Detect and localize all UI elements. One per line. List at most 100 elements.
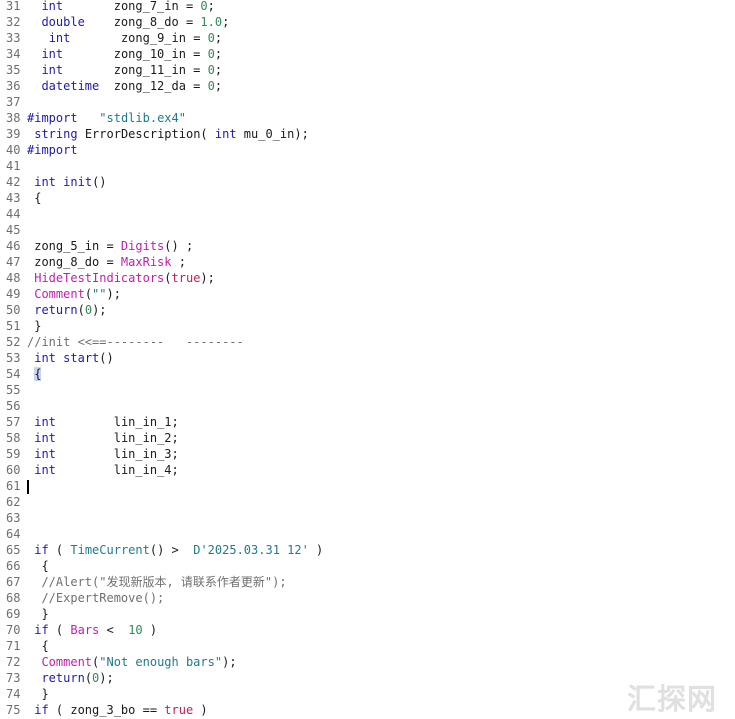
code-text[interactable]: //init <<==-------- -------- (27, 334, 244, 350)
code-line[interactable]: 39 string ErrorDescription( int mu_0_in)… (0, 126, 735, 142)
code-text[interactable]: { (27, 366, 42, 382)
code-line[interactable]: 68 //ExpertRemove(); (0, 590, 735, 606)
code-line[interactable]: 54 { (0, 366, 735, 382)
code-line[interactable]: 33 int zong_9_in = 0; (0, 30, 735, 46)
code-text[interactable]: zong_5_in = Digits() ; (27, 238, 193, 254)
code-text[interactable]: int lin_in_3; (27, 446, 179, 462)
code-line[interactable]: 31 int zong_7_in = 0; (0, 0, 735, 14)
function-token: Bars (70, 623, 100, 637)
line-number: 37 (6, 95, 21, 109)
keyword-token: int (34, 447, 56, 461)
code-line[interactable]: 42 int init() (0, 174, 735, 190)
code-line[interactable]: 63 (0, 510, 735, 526)
code-text[interactable]: int lin_in_1; (27, 414, 179, 430)
code-text[interactable]: if ( Bars < 10 ) (27, 622, 157, 638)
keyword-token: if (34, 703, 49, 717)
code-line[interactable]: 45 (0, 222, 735, 238)
code-line[interactable]: 64 (0, 526, 735, 542)
code-line[interactable]: 55 (0, 382, 735, 398)
code-line[interactable]: 37 (0, 94, 735, 110)
function-token: Comment (34, 287, 85, 301)
code-line[interactable]: 60 int lin_in_4; (0, 462, 735, 478)
code-line[interactable]: 58 int lin_in_2; (0, 430, 735, 446)
code-text[interactable]: return(0); (27, 670, 113, 686)
code-line[interactable]: 44 (0, 206, 735, 222)
line-number: 45 (6, 223, 21, 237)
code-line[interactable]: 40 #import (0, 142, 735, 158)
keyword-token: if (34, 543, 49, 557)
code-line[interactable]: 70 if ( Bars < 10 ) (0, 622, 735, 638)
code-line[interactable]: 52 //init <<==-------- -------- (0, 334, 735, 350)
number-token: 0 (84, 303, 93, 317)
code-text[interactable]: Comment("Not enough bars"); (27, 654, 236, 670)
code-text[interactable]: string ErrorDescription( int mu_0_in); (27, 126, 309, 142)
code-text[interactable]: int init() (27, 174, 106, 190)
code-line[interactable]: 75 if ( zong_3_bo == true ) (0, 702, 735, 718)
code-text[interactable]: } (27, 606, 49, 622)
code-line[interactable]: 66 { (0, 558, 735, 574)
function-token: MaxRisk (120, 255, 172, 269)
code-line[interactable]: 35 int zong_11_in = 0; (0, 62, 735, 78)
code-line[interactable]: 73 return(0); (0, 670, 735, 686)
code-line[interactable]: 74 } (0, 686, 735, 702)
code-line[interactable]: 47 zong_8_do = MaxRisk ; (0, 254, 735, 270)
code-token: zong_10_in = (63, 47, 208, 61)
code-text[interactable]: int zong_7_in = 0; (27, 0, 214, 14)
code-text[interactable]: int zong_9_in = 0; (27, 30, 222, 46)
code-line[interactable]: 43 { (0, 190, 735, 206)
code-line[interactable]: 50 return(0); (0, 302, 735, 318)
code-token: ( (84, 671, 93, 685)
code-text[interactable]: { (27, 638, 48, 654)
code-text[interactable]: int zong_10_in = 0; (27, 46, 222, 62)
code-line[interactable]: 49 Comment(""); (0, 286, 735, 302)
code-line[interactable]: 36 datetime zong_12_da = 0; (0, 78, 735, 94)
code-line[interactable]: 34 int zong_10_in = 0; (0, 46, 735, 62)
code-text[interactable]: zong_8_do = MaxRisk ; (27, 254, 186, 270)
code-line[interactable]: 72 Comment("Not enough bars"); (0, 654, 735, 670)
code-line[interactable]: 62 (0, 494, 735, 510)
code-line[interactable]: 67 //Alert("发现新版本, 请联系作者更新"); (0, 574, 735, 590)
code-token: zong_12_da = (99, 79, 208, 93)
code-text[interactable]: //Alert("发现新版本, 请联系作者更新"); (27, 574, 286, 590)
code-line[interactable]: 46 zong_5_in = Digits() ; (0, 238, 735, 254)
code-line[interactable]: 59 int lin_in_3; (0, 446, 735, 462)
code-line[interactable]: 32 double zong_8_do = 1.0; (0, 14, 735, 30)
code-line[interactable]: 38 #import "stdlib.ex4" (0, 110, 735, 126)
code-text[interactable]: HideTestIndicators(true); (27, 270, 215, 286)
code-text[interactable]: int start() (27, 350, 114, 366)
code-line[interactable]: 71 { (0, 638, 735, 654)
code-line[interactable]: 69 } (0, 606, 735, 622)
code-text[interactable]: datetime zong_12_da = 0; (27, 78, 222, 94)
code-text[interactable] (27, 478, 29, 494)
code-text[interactable]: } (27, 318, 41, 334)
code-text[interactable]: if ( zong_3_bo == true ) (27, 702, 207, 718)
code-text[interactable]: return(0); (27, 302, 106, 318)
code-text[interactable]: double zong_8_do = 1.0; (27, 14, 229, 30)
code-text[interactable]: if ( TimeCurrent() > D'2025.03.31 12' ) (27, 542, 323, 558)
code-token: ( (84, 287, 93, 301)
code-line[interactable]: 61 (0, 478, 735, 494)
code-editor[interactable]: 31 int zong_7_in = 0; 32 double zong_8_do… (0, 0, 735, 719)
code-text[interactable]: { (27, 558, 48, 574)
code-text[interactable]: } (27, 686, 48, 702)
code-token: } (27, 319, 42, 333)
code-line[interactable]: 65 if ( TimeCurrent() > D'2025.03.31 12'… (0, 542, 735, 558)
code-line[interactable]: 57 int lin_in_1; (0, 414, 735, 430)
code-line[interactable]: 41 (0, 158, 735, 174)
code-line[interactable]: 48 HideTestIndicators(true); (0, 270, 735, 286)
line-number: 54 (6, 367, 21, 381)
code-text[interactable]: { (27, 190, 41, 206)
code-text[interactable]: int lin_in_2; (27, 430, 179, 446)
code-text[interactable]: #import "stdlib.ex4" (27, 110, 186, 126)
code-text[interactable]: Comment(""); (27, 286, 121, 302)
line-number: 73 (6, 671, 21, 685)
code-line[interactable]: 51 } (0, 318, 735, 334)
line-number: 68 (6, 591, 21, 605)
code-line[interactable]: 56 (0, 398, 735, 414)
code-line[interactable]: 53 int start() (0, 350, 735, 366)
code-text[interactable]: //ExpertRemove(); (27, 590, 164, 606)
code-text[interactable]: int zong_11_in = 0; (27, 62, 222, 78)
code-token: } (27, 607, 49, 621)
code-text[interactable]: #import (27, 142, 78, 158)
code-text[interactable]: int lin_in_4; (27, 462, 179, 478)
